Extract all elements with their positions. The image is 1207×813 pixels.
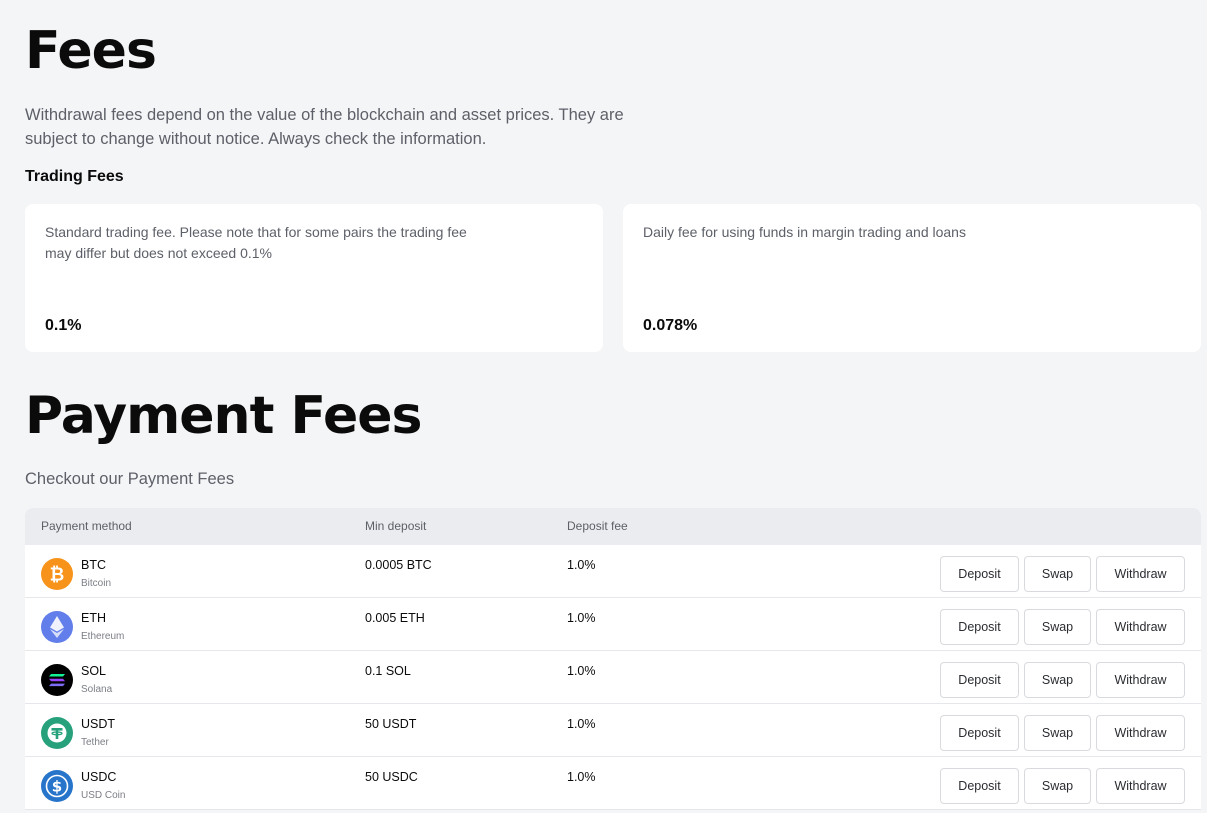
min-deposit-value: 0.005 ETH <box>365 611 425 625</box>
fees-page: Fees Withdrawal fees depend on the value… <box>0 0 1207 813</box>
deposit-button[interactable]: Deposit <box>940 768 1019 804</box>
coin-symbol: BTC <box>81 558 106 572</box>
coin-name: Ethereum <box>81 631 125 642</box>
svg-text:$: $ <box>52 778 62 796</box>
deposit-fee-value: 1.0% <box>567 717 596 731</box>
swap-button[interactable]: Swap <box>1024 609 1091 645</box>
withdraw-button[interactable]: Withdraw <box>1096 715 1185 751</box>
swap-button[interactable]: Swap <box>1024 715 1091 751</box>
deposit-fee-value: 1.0% <box>567 770 596 784</box>
min-deposit-value: 50 USDT <box>365 717 417 731</box>
column-header-min-deposit: Min deposit <box>365 519 427 533</box>
deposit-fee-value: 1.0% <box>567 611 596 625</box>
trading-fee-card: Standard trading fee. Please note that f… <box>25 204 603 352</box>
bitcoin-icon: ₿ <box>41 558 73 590</box>
margin-fee-description: Daily fee for using funds in margin trad… <box>643 224 966 240</box>
coin-symbol: USDC <box>81 770 117 784</box>
coin-name: USD Coin <box>81 790 126 801</box>
deposit-button[interactable]: Deposit <box>940 662 1019 698</box>
table-row: ETH Ethereum 0.005 ETH 1.0% Deposit Swap… <box>25 598 1201 651</box>
min-deposit-value: 0.1 SOL <box>365 664 411 678</box>
min-deposit-value: 0.0005 BTC <box>365 558 432 572</box>
trading-fee-description: Standard trading fee. Please note that f… <box>45 224 467 261</box>
fees-intro-text: Withdrawal fees depend on the value of t… <box>25 106 624 148</box>
tether-icon <box>41 717 73 749</box>
table-row: $ USDC USD Coin 50 USDC 1.0% Deposit Swa… <box>25 757 1201 810</box>
payment-fees-title: Payment Fees <box>25 386 422 446</box>
coin-name: Tether <box>81 737 109 748</box>
table-row: ₿ BTC Bitcoin 0.0005 BTC 1.0% Deposit Sw… <box>25 545 1201 598</box>
column-header-deposit-fee: Deposit fee <box>567 519 628 533</box>
swap-button[interactable]: Swap <box>1024 662 1091 698</box>
usd-coin-icon: $ <box>41 770 73 802</box>
coin-symbol: USDT <box>81 717 116 731</box>
withdraw-button[interactable]: Withdraw <box>1096 556 1185 592</box>
page-title: Fees <box>25 21 157 81</box>
withdraw-button[interactable]: Withdraw <box>1096 662 1185 698</box>
swap-button[interactable]: Swap <box>1024 556 1091 592</box>
payment-fees-subtitle: Checkout our Payment Fees <box>25 470 235 488</box>
swap-button[interactable]: Swap <box>1024 768 1091 804</box>
trading-fee-value: 0.1% <box>45 317 82 334</box>
margin-fee-value: 0.078% <box>643 317 698 334</box>
margin-fee-card: Daily fee for using funds in margin trad… <box>623 204 1201 352</box>
deposit-button[interactable]: Deposit <box>940 556 1019 592</box>
svg-text:₿: ₿ <box>50 565 65 586</box>
table-row: USDT Tether 50 USDT 1.0% Deposit Swap Wi… <box>25 704 1201 757</box>
coin-symbol: ETH <box>81 611 106 625</box>
payment-fees-table: Payment method Min deposit Deposit fee ₿… <box>25 508 1201 810</box>
table-row: SOL Solana 0.1 SOL 1.0% Deposit Swap Wit… <box>25 651 1201 704</box>
withdraw-button[interactable]: Withdraw <box>1096 609 1185 645</box>
solana-icon <box>41 664 73 696</box>
ethereum-icon <box>41 611 73 643</box>
withdraw-button[interactable]: Withdraw <box>1096 768 1185 804</box>
deposit-button[interactable]: Deposit <box>940 715 1019 751</box>
coin-name: Bitcoin <box>81 578 112 589</box>
deposit-fee-value: 1.0% <box>567 664 596 678</box>
coin-symbol: SOL <box>81 664 107 678</box>
table-header: Payment method Min deposit Deposit fee <box>25 508 1201 545</box>
deposit-fee-value: 1.0% <box>567 558 596 572</box>
trading-fees-heading: Trading Fees <box>25 168 124 185</box>
coin-name: Solana <box>81 684 113 695</box>
min-deposit-value: 50 USDC <box>365 770 418 784</box>
column-header-payment-method: Payment method <box>41 519 132 533</box>
deposit-button[interactable]: Deposit <box>940 609 1019 645</box>
